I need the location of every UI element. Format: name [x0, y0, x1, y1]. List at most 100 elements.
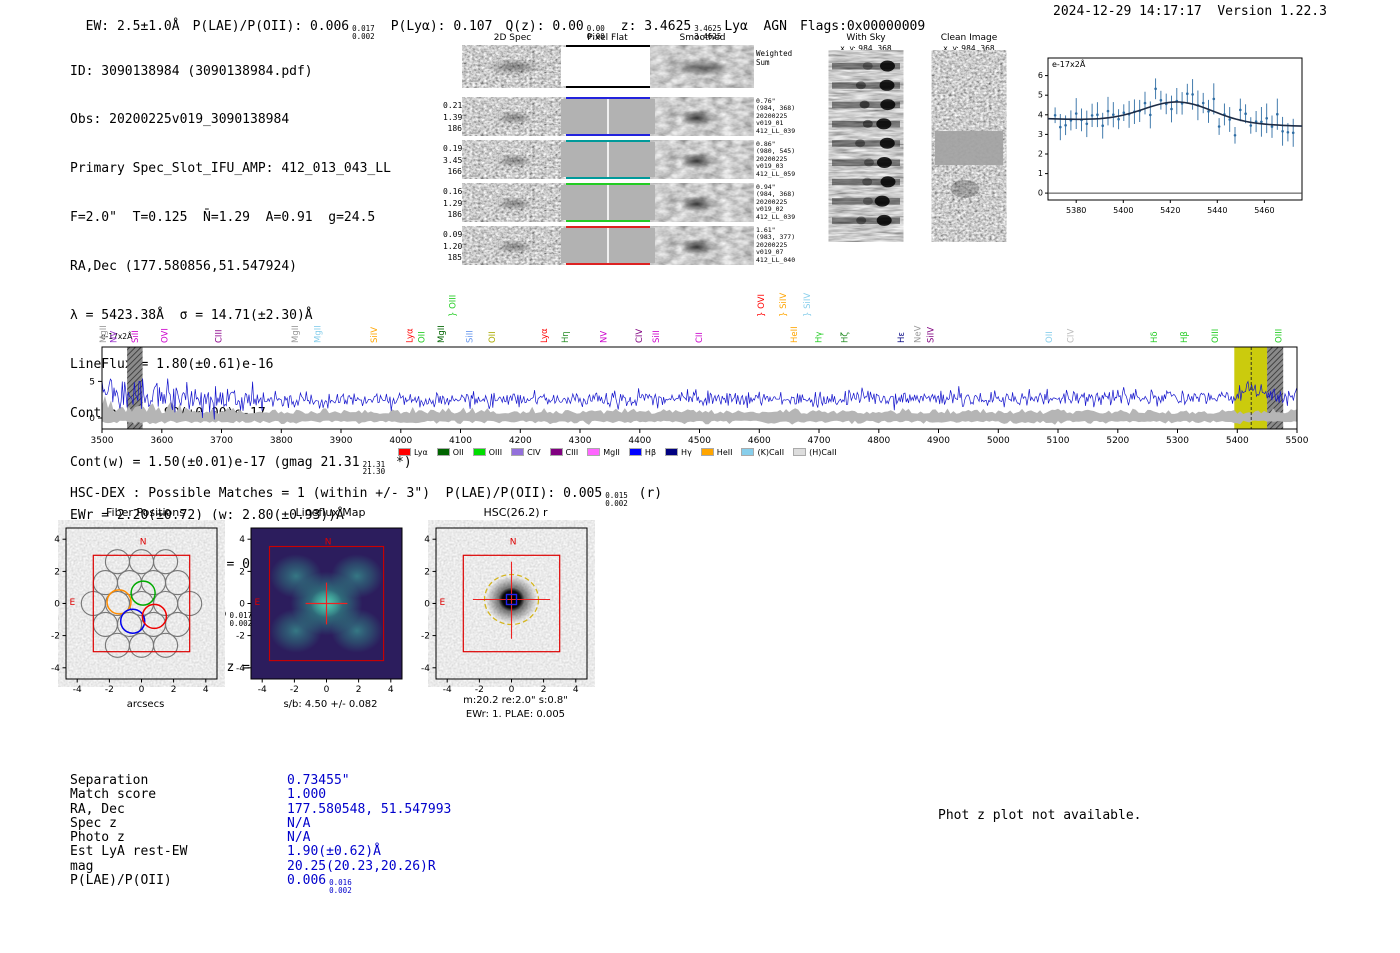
svg-text:4: 4 [239, 535, 245, 545]
legend-swatch [511, 448, 525, 456]
east-marker: E [255, 598, 261, 608]
svg-text:5300: 5300 [1166, 436, 1189, 446]
line-label: SiIV [927, 327, 937, 343]
svg-text:4200: 4200 [509, 436, 532, 446]
svg-text:4600: 4600 [748, 436, 771, 446]
pixel-flat-image [561, 142, 655, 177]
with-sky-coords: x, y: 984, 368 [840, 44, 892, 53]
with-sky-image [830, 57, 902, 235]
svg-text:-2: -2 [421, 632, 430, 642]
line-label: SiII [652, 330, 662, 343]
pixel-flat-image [561, 47, 655, 86]
line-label: MgII [99, 325, 109, 343]
line-label: CIV [1067, 329, 1077, 343]
col-header-pixelflat: Pixel Flat [587, 33, 628, 43]
match-row-label: Match score [70, 787, 157, 803]
svg-text:-2: -2 [290, 685, 299, 695]
fiber-weights: 0.21 1.39 186 [443, 101, 463, 133]
smoothed-image [655, 47, 749, 86]
clean-image-coords: x, y: 984, 368 [943, 44, 995, 53]
2d-spec-image [467, 185, 561, 220]
with-sky-noise [832, 59, 900, 233]
cutout-fiber-row [465, 226, 751, 265]
legend-item: HeII [700, 448, 732, 457]
smoothed-image [655, 142, 749, 177]
legend-swatch [436, 448, 450, 456]
match-row-label: mag [70, 858, 94, 874]
svg-text:4300: 4300 [569, 436, 592, 446]
line-label: SiIV [370, 327, 380, 343]
svg-text:3: 3 [1038, 130, 1043, 139]
fiber-weights: 0.09 1.20 185 [443, 230, 463, 262]
legend-item: Hβ [628, 448, 656, 457]
svg-text:5440: 5440 [1207, 206, 1227, 215]
legend-item: (H)CaII [793, 448, 837, 457]
match-row-value: 0.73455" [287, 773, 350, 788]
svg-text:0: 0 [509, 685, 515, 695]
primary-spec-slot: Primary Spec_Slot_IFU_AMP: 412_013_043_L… [70, 161, 391, 177]
line-label: OIII [1211, 329, 1221, 343]
svg-text:4000: 4000 [389, 436, 412, 446]
north-marker: N [325, 538, 332, 548]
lineflux-caption: s/b: 4.50 +/- 0.082 [283, 699, 378, 710]
match-row: RA, Dec 177.580548, 51.547993 [70, 801, 452, 817]
svg-text:5100: 5100 [1047, 436, 1070, 446]
legend-swatch [587, 448, 601, 456]
match-row: P(LAE)/P(OII) 0.006 0.016 0.002 [70, 873, 451, 894]
line-label: } OIII [449, 295, 459, 317]
2d-spec-image [467, 228, 561, 263]
east-marker: E [70, 598, 76, 608]
svg-text:4100: 4100 [449, 436, 472, 446]
hscdex-match-line: HSC-DEX : Possible Matches = 1 (within +… [70, 486, 663, 508]
svg-text:-4: -4 [73, 685, 82, 695]
svg-text:0: 0 [139, 685, 145, 695]
line-label: CIII [215, 330, 225, 343]
legend-item: Lyα [398, 448, 428, 457]
legend-swatch [549, 448, 563, 456]
svg-text:2: 2 [424, 567, 430, 577]
smoothed-image [655, 228, 749, 263]
line-label: MgII [291, 325, 301, 343]
svg-text:4: 4 [573, 685, 579, 695]
line-label: OII [488, 331, 498, 343]
svg-text:3500: 3500 [91, 436, 114, 446]
svg-text:0: 0 [54, 600, 60, 610]
svg-text:-4: -4 [236, 664, 245, 674]
line-label: HeII [790, 326, 800, 343]
svg-text:5200: 5200 [1106, 436, 1129, 446]
match-row-value: 20.25(20.23,20.26)R [287, 858, 436, 874]
legend-swatch [665, 448, 679, 456]
hscdex-uncertainty: 0.015 0.002 [605, 491, 628, 508]
match-row: Separation 0.73455" [70, 773, 451, 788]
svg-text:-2: -2 [105, 685, 114, 695]
svg-text:-2: -2 [475, 685, 484, 695]
2d-spec-image [467, 47, 561, 86]
legend-swatch [741, 448, 755, 456]
flags-value: Flags:0x00000009 [799, 19, 926, 34]
with-sky-title: With Sky [846, 33, 886, 43]
line-label: Hη [561, 331, 571, 343]
fiber-annotation: 0.76" (984, 368) 20200225 v019_01 412_LL_039 [756, 97, 796, 135]
continuum-w: Cont(w) = 1.50(±0.01)e-17 (gmag 21.31 21.… [70, 454, 412, 477]
match-row-value: 177.580548, 51.547993 [287, 801, 452, 817]
line-label: } OVI [757, 294, 767, 317]
fiber-annotation: 0.94" (984, 368) 20200225 v019_02 412_LL_039 [756, 183, 796, 221]
svg-text:4: 4 [1038, 110, 1043, 119]
svg-text:-2: -2 [236, 632, 245, 642]
fiber-weights: 0.19 3.45 166 [443, 144, 463, 176]
svg-text:2: 2 [1038, 150, 1043, 159]
qz-value: Q(z): 0.00 0.00 0.00 [505, 19, 605, 41]
line-label: Lyα [406, 328, 416, 343]
line-label: Hζ [841, 332, 851, 343]
match-row-label: P(LAE)/P(OII) [70, 873, 172, 889]
fiber-positions-panel: N E -4 -4 -2 -2 0 0 2 2 4 4 [51, 527, 218, 695]
match-row-label: Photo z [70, 830, 125, 846]
match-row-label: Est LyA rest-EW [70, 844, 188, 860]
svg-text:0: 0 [1038, 189, 1043, 198]
legend-item: MgII [587, 448, 620, 457]
clean-image-noise [935, 59, 1003, 233]
line-label: MgII [314, 325, 324, 343]
line-label: } SiIV [803, 293, 813, 317]
svg-text:5: 5 [1038, 91, 1043, 100]
2d-spec-image [467, 142, 561, 177]
